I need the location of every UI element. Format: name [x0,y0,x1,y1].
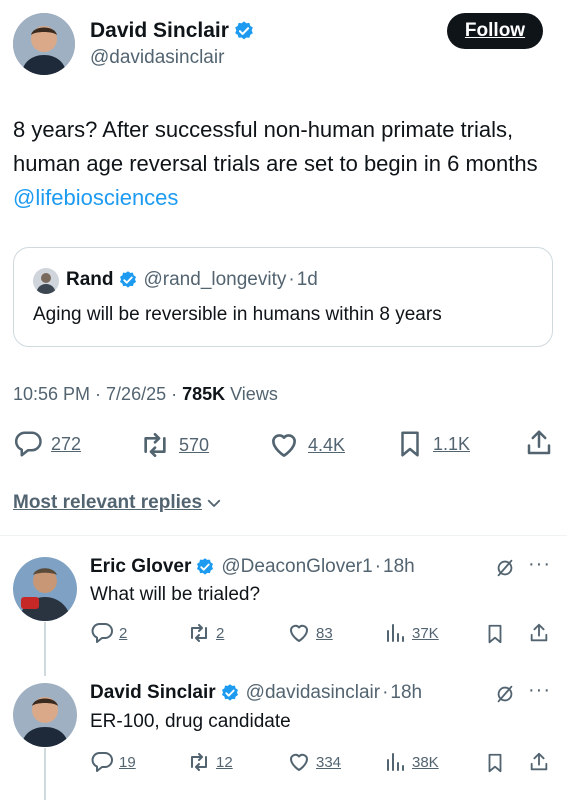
author-name-row: David Sinclair [90,19,255,43]
author-name[interactable]: David Sinclair [90,19,229,43]
quote-separator: · [288,269,295,290]
reply-text: ER-100, drug candidate [90,711,291,732]
like-icon [287,750,311,774]
author-avatar[interactable] [13,13,75,75]
views-count: 785K [182,384,226,404]
like-count: 4.4K [308,434,346,455]
quote-author-name: Rand [66,269,114,290]
quoted-tweet[interactable]: Rand @rand_longevity · 1d Aging will be … [13,247,553,347]
repost-count: 570 [179,434,210,455]
views-icon [383,750,407,774]
reply-repost-action[interactable]: 12 [187,750,233,774]
repost-icon [187,621,211,645]
views-label: Views [225,384,278,404]
reply-count: 2 [119,624,128,642]
thread-line [44,622,46,676]
quote-time: 1d [296,269,318,290]
more-options-icon[interactable]: ··· [528,553,551,576]
tweet-meta: 10:56 PM · 7/26/25 · 785K Views [13,384,278,405]
bookmark-icon[interactable] [484,623,506,645]
bookmark-icon[interactable] [484,752,506,774]
repost-count: 2 [216,624,225,642]
replies-sort-label: Most relevant replies [13,492,203,513]
bookmark-action[interactable]: 1.1K [395,429,470,459]
verified-badge-icon [195,557,215,577]
reply-reply-action[interactable]: 2 [90,621,127,645]
like-icon [268,429,300,461]
repost-action[interactable]: 570 [139,429,209,461]
reply-header: Eric Glover @DeaconGlover1 · 18h [90,556,415,578]
views-count: 37K [412,624,439,642]
reply-author-handle[interactable]: @davidasinclair [246,682,380,704]
reply-repost-action[interactable]: 2 [187,621,224,645]
tweet-text: 8 years? After successful non-human prim… [13,113,553,215]
more-options-icon[interactable]: ··· [528,679,551,702]
like-count: 83 [316,624,333,642]
author-handle[interactable]: @davidasinclair [90,47,224,69]
reply-views-action[interactable]: 37K [383,621,439,645]
reply-time[interactable]: 18h [390,682,422,704]
reply-action[interactable]: 272 [13,429,81,459]
reply-separator: · [374,556,382,577]
verified-badge-icon [118,270,138,290]
like-count: 334 [316,753,342,771]
reply-time[interactable]: 18h [383,556,415,578]
reply-views-action[interactable]: 38K [383,750,439,774]
replies-sort-dropdown[interactable]: Most relevant replies [13,492,223,514]
repost-icon [139,429,171,461]
quote-author-avatar [33,268,59,294]
share-icon[interactable] [528,622,550,644]
repost-count: 12 [216,753,233,771]
reply-count: 19 [119,753,136,771]
reply-author-name[interactable]: David Sinclair [90,682,216,704]
reply-reply-action[interactable]: 19 [90,750,136,774]
share-action[interactable] [524,428,554,458]
reply-author-name[interactable]: Eric Glover [90,556,191,578]
reply-icon [90,621,114,645]
quote-text: Aging will be reversible in humans withi… [33,304,442,325]
reply-avatar[interactable] [13,557,77,621]
bookmark-count: 1.1K [433,433,471,454]
divider [0,535,567,536]
reply-separator: · [382,682,389,703]
reply-like-action[interactable]: 334 [287,750,341,774]
reply-text: What will be trialed? [90,584,261,605]
reply-like-action[interactable]: 83 [287,621,333,645]
reply-icon [13,429,43,459]
share-icon [524,428,554,458]
views-icon [383,621,407,645]
reply-avatar[interactable] [13,683,77,747]
like-action[interactable]: 4.4K [268,429,345,461]
reply-count: 272 [51,433,82,454]
views-count: 38K [412,753,439,771]
share-icon[interactable] [528,751,550,773]
verified-badge-icon [233,20,255,42]
tweet-body: 8 years? After successful non-human prim… [13,117,538,176]
verified-badge-icon [220,683,240,703]
quote-author-handle: @rand_longevity [143,269,287,290]
bookmark-icon [395,429,425,459]
reply-author-handle[interactable]: @DeaconGlover1 [221,556,372,578]
reply-header: David Sinclair @davidasinclair · 18h [90,682,422,704]
follow-button[interactable]: Follow [447,13,543,49]
tweet-timestamp[interactable]: 10:56 PM · 7/26/25 · [13,384,182,404]
chevron-down-icon [207,499,221,507]
grok-icon[interactable] [494,683,516,705]
repost-icon [187,750,211,774]
thread-line [44,748,46,800]
quote-header: Rand @rand_longevity · 1d [66,269,318,291]
reply-icon [90,750,114,774]
like-icon [287,621,311,645]
grok-icon[interactable] [494,557,516,579]
mention-link[interactable]: @lifebiosciences [13,185,178,210]
